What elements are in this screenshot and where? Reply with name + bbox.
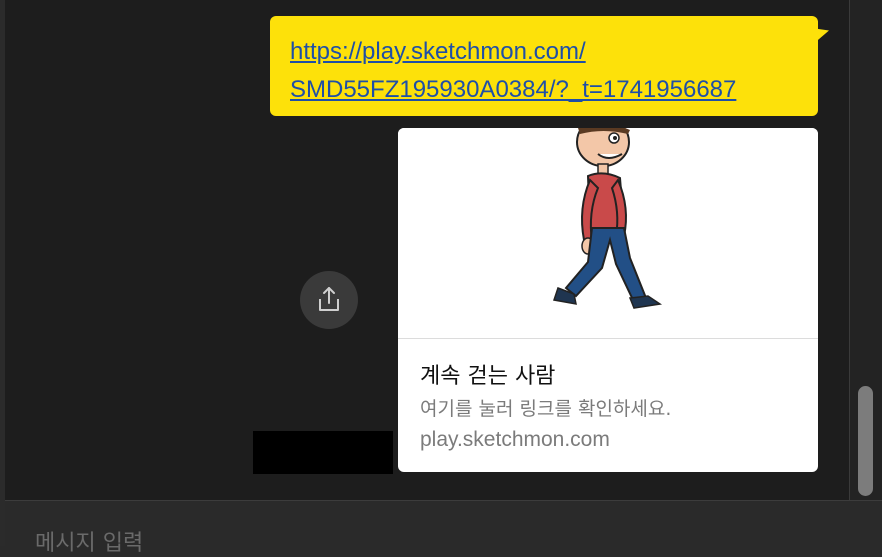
card-divider	[398, 338, 818, 339]
link-preview-card[interactable]: 계속 걷는 사람 여기를 눌러 링크를 확인하세요. play.sketchmo…	[398, 128, 818, 472]
preview-domain: play.sketchmon.com	[420, 428, 610, 451]
message-link-line2[interactable]: SMD55FZ195930A0384/?_t=1741956687	[290, 71, 798, 109]
preview-description: 여기를 눌러 링크를 확인하세요.	[420, 398, 672, 420]
message-link-line1[interactable]: https://play.sketchmon.com/	[290, 33, 798, 71]
redacted-box	[253, 431, 393, 474]
message-input-placeholder[interactable]: 메시지 입력	[35, 525, 143, 557]
message-input-area[interactable]: 메시지 입력	[5, 500, 882, 556]
preview-image	[398, 128, 818, 338]
preview-title: 계속 걷는 사람	[420, 364, 556, 389]
share-button[interactable]	[300, 271, 358, 329]
message-bubble[interactable]: https://play.sketchmon.com/ SMD55FZ19593…	[270, 16, 818, 116]
share-icon	[319, 287, 339, 311]
scrollbar-thumb[interactable]	[858, 386, 873, 496]
